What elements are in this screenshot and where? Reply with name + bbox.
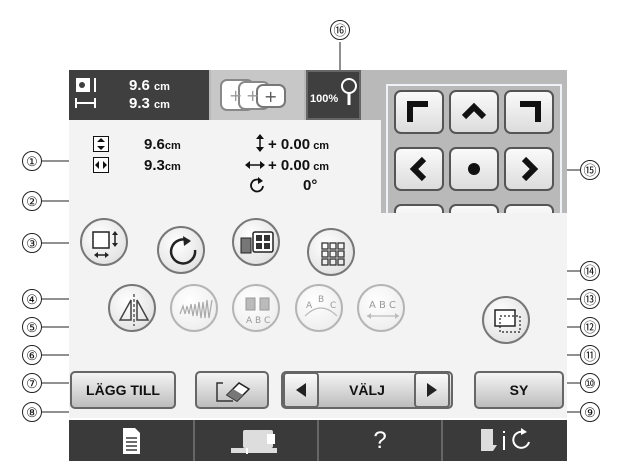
text-array-button[interactable]: A B C: [357, 284, 405, 332]
embroidery-frame-display: + + +: [211, 70, 304, 120]
page-icon: [123, 428, 140, 454]
trial-frame-button[interactable]: [482, 296, 530, 344]
callout-5: ⑤: [22, 317, 42, 337]
svg-text:A B C: A B C: [369, 300, 396, 311]
move-up-button[interactable]: [449, 90, 499, 134]
callout-8: ⑧: [22, 402, 42, 422]
rotate-icon: [169, 236, 197, 265]
callout-16: ⑯: [330, 20, 350, 40]
machine-setting-button[interactable]: [195, 420, 319, 461]
callout-11: ⑪: [580, 345, 600, 365]
spacing-button[interactable]: A B C: [232, 284, 280, 332]
pattern-info-panel: [69, 120, 381, 213]
add-button[interactable]: LÄGG TILL: [70, 371, 176, 409]
trial-frame-icon: [494, 309, 521, 333]
move-up-left-button[interactable]: [394, 90, 444, 134]
select-next-button[interactable]: [414, 372, 450, 408]
mirror-icon: [118, 294, 150, 326]
info-width: 9.3cm: [144, 157, 181, 174]
pattern-size-icon: [75, 78, 96, 108]
magnifier-icon: [341, 78, 357, 105]
callout-3: ③: [22, 233, 42, 253]
presser-foot-button[interactable]: [443, 420, 567, 461]
callout-1: ①: [22, 151, 42, 171]
svg-text:A: A: [306, 301, 313, 311]
select-previous-button[interactable]: [283, 372, 319, 408]
sew-button[interactable]: SY: [474, 371, 564, 409]
move-center-button[interactable]: [449, 147, 499, 191]
height-icon: [93, 136, 109, 152]
svg-text:B: B: [318, 295, 324, 305]
left-arrow-icon: [296, 383, 306, 397]
mirror-button[interactable]: [108, 284, 156, 332]
size-icon: [92, 231, 118, 258]
thread-density-button[interactable]: [232, 218, 280, 266]
callout-9: ⑨: [580, 402, 600, 422]
width-icon: [93, 157, 109, 173]
svg-text:+: +: [264, 87, 277, 106]
right-arrow-icon: [427, 383, 437, 397]
move-up-right-button[interactable]: [504, 90, 554, 134]
angle-icon: [250, 177, 264, 193]
pattern-size-display: 9.6 cm 9.3 cm: [69, 70, 209, 120]
callout-2: ②: [22, 191, 42, 211]
info-vertical-offset: + 0.00 cm: [268, 136, 330, 153]
help-button[interactable]: ?: [319, 420, 443, 461]
size-button[interactable]: [80, 218, 128, 266]
vertical-move-icon: [256, 134, 264, 152]
svg-text:+: +: [229, 86, 242, 105]
page-button[interactable]: [69, 420, 195, 461]
move-left-button[interactable]: [394, 147, 444, 191]
callout-14: ⑭: [580, 261, 600, 281]
callout-12: ⑫: [580, 317, 600, 337]
callout-6: ⑥: [22, 345, 42, 365]
callout-4: ④: [22, 289, 42, 309]
horizontal-move-icon: [245, 161, 265, 169]
move-right-button[interactable]: [504, 147, 554, 191]
svg-text:+: +: [246, 86, 259, 105]
svg-text:C: C: [330, 301, 336, 311]
help-icon: ?: [373, 427, 387, 454]
callout-10: ⑩: [580, 373, 600, 393]
height-value: 9.6 cm: [129, 77, 170, 94]
sewing-machine-icon: [231, 430, 277, 454]
eraser-icon: [216, 382, 251, 402]
thread-color-density-icon: [240, 231, 274, 254]
callout-13: ⑬: [580, 289, 600, 309]
info-angle: 0°: [303, 177, 318, 194]
stitch-density-icon: [179, 299, 213, 319]
presser-foot-icon: [481, 428, 530, 451]
stitch-density-button[interactable]: [170, 284, 218, 332]
embroidery-frame-icon: + + +: [220, 79, 286, 111]
callout-7: ⑦: [22, 373, 42, 393]
border-button[interactable]: [307, 228, 355, 276]
select-label: VÄLJ: [349, 382, 385, 398]
info-horizontal-offset: + 0.00 cm: [268, 157, 330, 174]
array-button[interactable]: A B C: [295, 284, 343, 332]
width-value: 9.3 cm: [129, 95, 170, 112]
edit-panel-right: [381, 257, 567, 363]
zoom-display[interactable]: 100%: [306, 70, 361, 120]
border-repeat-icon: [321, 242, 345, 266]
svg-text:A B C: A B C: [246, 316, 270, 326]
info-height: 9.6cm: [144, 136, 181, 153]
callout-15: ⑮: [580, 160, 600, 180]
array-icon: A B C: [304, 295, 338, 317]
rotate-button[interactable]: [157, 226, 205, 274]
delete-button[interactable]: [195, 371, 269, 409]
zoom-value: 100%: [310, 93, 339, 105]
character-spacing-icon: A B C: [245, 297, 270, 326]
text-array-icon: A B C: [367, 300, 399, 319]
